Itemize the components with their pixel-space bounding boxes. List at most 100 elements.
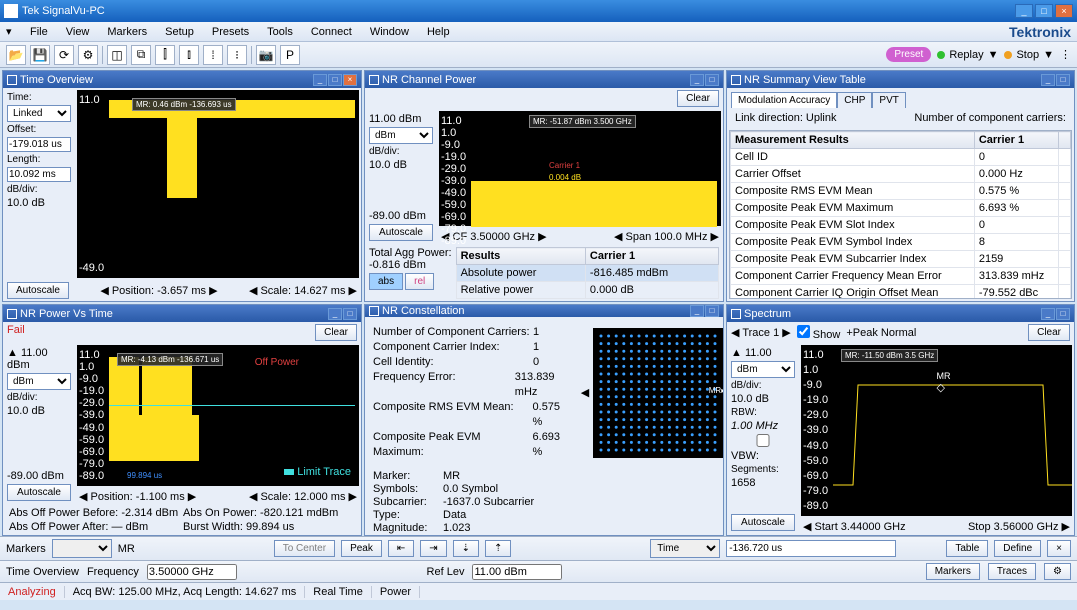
- menu-file[interactable]: File: [22, 24, 56, 40]
- tool-1-icon[interactable]: ◫: [107, 45, 127, 65]
- status-acq: Acq BW: 125.00 MHz, Acq Length: 14.627 m…: [65, 586, 306, 598]
- open-icon[interactable]: 📂: [6, 45, 26, 65]
- tab-chp[interactable]: CHP: [837, 92, 872, 108]
- gear-button[interactable]: ⚙: [1044, 563, 1071, 580]
- constellation-plot[interactable]: MR▸: [593, 328, 723, 458]
- show-checkbox[interactable]: [797, 325, 810, 338]
- more-icon[interactable]: ⋮: [1060, 48, 1071, 61]
- panel-max-icon[interactable]: □: [705, 74, 719, 86]
- peak-button[interactable]: Peak: [341, 540, 382, 557]
- unit-select[interactable]: dBm: [7, 373, 71, 390]
- autoscale-button[interactable]: Autoscale: [7, 282, 69, 299]
- replay-label[interactable]: Replay: [949, 49, 983, 61]
- table-row: Component Carrier IQ Origin Offset Mean-…: [731, 285, 1071, 300]
- panel-min-icon[interactable]: _: [1041, 74, 1055, 86]
- reflev-input[interactable]: [472, 564, 562, 580]
- unit-select[interactable]: dBm: [731, 361, 795, 378]
- top-value: 11.00 dBm: [369, 113, 433, 125]
- maximize-button[interactable]: □: [1035, 4, 1053, 18]
- markers-button[interactable]: Markers: [926, 563, 980, 580]
- camera-icon[interactable]: 📷: [256, 45, 276, 65]
- channel-power-plot[interactable]: 11.01.0-9.0-19.0-29.0-39.0-49.0-59.0-69.…: [439, 111, 721, 226]
- domain-select[interactable]: Time: [650, 539, 720, 558]
- length-input[interactable]: [7, 167, 71, 182]
- peak-left-button[interactable]: ⇤: [388, 540, 414, 557]
- tool-2-icon[interactable]: ⧉: [131, 45, 151, 65]
- offset-input[interactable]: [7, 137, 71, 152]
- marker-select[interactable]: [52, 539, 112, 558]
- pvt-plot[interactable]: 11.01.0-9.0-19.0-29.0-39.0-49.0-59.0-69.…: [77, 345, 359, 486]
- menubar: ▾ File View Markers Setup Presets Tools …: [0, 22, 1077, 42]
- panel-min-icon[interactable]: _: [328, 308, 342, 320]
- peak-up-button[interactable]: ⇡: [485, 540, 511, 557]
- time-select[interactable]: Linked: [7, 105, 71, 122]
- define-button[interactable]: Define: [994, 540, 1041, 557]
- clear-button[interactable]: Clear: [315, 324, 357, 341]
- refresh-icon[interactable]: ⟳: [54, 45, 74, 65]
- marker-readout: MR: -51.87 dBm 3.500 GHz: [529, 115, 636, 128]
- panel-title: NR Channel Power: [382, 74, 476, 86]
- panel-close-icon[interactable]: ×: [343, 74, 357, 86]
- tab-modulation[interactable]: Modulation Accuracy: [731, 92, 837, 108]
- prev-icon[interactable]: ◀: [581, 386, 589, 399]
- close-button[interactable]: ×: [1055, 4, 1073, 18]
- rel-button[interactable]: rel: [405, 273, 434, 290]
- p-icon[interactable]: P: [280, 45, 300, 65]
- gear-icon[interactable]: ⚙: [78, 45, 98, 65]
- spectrum-plot[interactable]: 11.01.0-9.0-19.0-29.0-39.0-49.0-59.0-69.…: [801, 345, 1072, 516]
- marker-readout: MR: -11.50 dBm 3.5 GHz: [841, 349, 938, 362]
- status-power: Power: [372, 586, 420, 598]
- time-overview-plot[interactable]: 11.0-49.0 MR: 0.46 dBm -136.693 us: [77, 90, 359, 278]
- unit-select[interactable]: dBm: [369, 127, 433, 144]
- menu-setup[interactable]: Setup: [157, 24, 202, 40]
- panel-title: NR Power Vs Time: [20, 308, 113, 320]
- menu-tools[interactable]: Tools: [259, 24, 301, 40]
- panel-constellation: NR Constellation_□ Number of Component C…: [364, 304, 724, 536]
- marker-value-input[interactable]: [726, 540, 896, 557]
- panel-min-icon[interactable]: _: [1041, 308, 1055, 320]
- menu-view[interactable]: View: [58, 24, 98, 40]
- frequency-input[interactable]: [147, 564, 237, 580]
- menu-help[interactable]: Help: [419, 24, 458, 40]
- panel-min-icon[interactable]: _: [690, 74, 704, 86]
- traces-button[interactable]: Traces: [988, 563, 1036, 580]
- tool-4-icon[interactable]: ⫾: [179, 45, 199, 65]
- panel-title: NR Summary View Table: [744, 74, 866, 86]
- panel-time-overview: Time Overview_□× Time: Linked Offset: Le…: [2, 70, 362, 302]
- dbdiv-value: 10.0 dB: [7, 197, 71, 209]
- panel-max-icon[interactable]: □: [705, 305, 719, 317]
- close-markers-button[interactable]: ×: [1047, 540, 1071, 557]
- tool-3-icon[interactable]: ⫿: [155, 45, 175, 65]
- panel-power-vs-time: NR Power Vs Time_□ FailClear ▲ 11.00 dBm…: [2, 304, 362, 536]
- to-center-button[interactable]: To Center: [274, 540, 335, 557]
- panel-channel-power: NR Channel Power_□ Clear 11.00 dBm dBm d…: [364, 70, 724, 302]
- autoscale-button[interactable]: Autoscale: [7, 484, 71, 501]
- preset-button[interactable]: Preset: [886, 47, 931, 62]
- autoscale-button[interactable]: Autoscale: [369, 224, 433, 241]
- minimize-button[interactable]: _: [1015, 4, 1033, 18]
- tab-pvt[interactable]: PVT: [872, 92, 905, 108]
- clear-button[interactable]: Clear: [1028, 324, 1070, 341]
- table-button[interactable]: Table: [946, 540, 988, 557]
- vbw-checkbox[interactable]: [731, 434, 795, 447]
- abs-button[interactable]: abs: [369, 273, 403, 290]
- stop-label[interactable]: Stop: [1016, 49, 1039, 61]
- save-icon[interactable]: 💾: [30, 45, 50, 65]
- clear-button[interactable]: Clear: [677, 90, 719, 107]
- panel-min-icon[interactable]: _: [690, 305, 704, 317]
- menu-connect[interactable]: Connect: [303, 24, 360, 40]
- panel-max-icon[interactable]: □: [1056, 74, 1070, 86]
- panel-max-icon[interactable]: □: [343, 308, 357, 320]
- menu-window[interactable]: Window: [362, 24, 417, 40]
- tool-5-icon[interactable]: ⁞: [203, 45, 223, 65]
- panel-max-icon[interactable]: □: [1056, 308, 1070, 320]
- tool-6-icon[interactable]: ⁝: [227, 45, 247, 65]
- menu-markers[interactable]: Markers: [99, 24, 155, 40]
- panel-max-icon[interactable]: □: [328, 74, 342, 86]
- app-icon: [4, 4, 18, 18]
- peak-down-button[interactable]: ⇣: [453, 540, 479, 557]
- menu-presets[interactable]: Presets: [204, 24, 257, 40]
- peak-right-button[interactable]: ⇥: [420, 540, 446, 557]
- autoscale-button[interactable]: Autoscale: [731, 514, 795, 531]
- panel-min-icon[interactable]: _: [313, 74, 327, 86]
